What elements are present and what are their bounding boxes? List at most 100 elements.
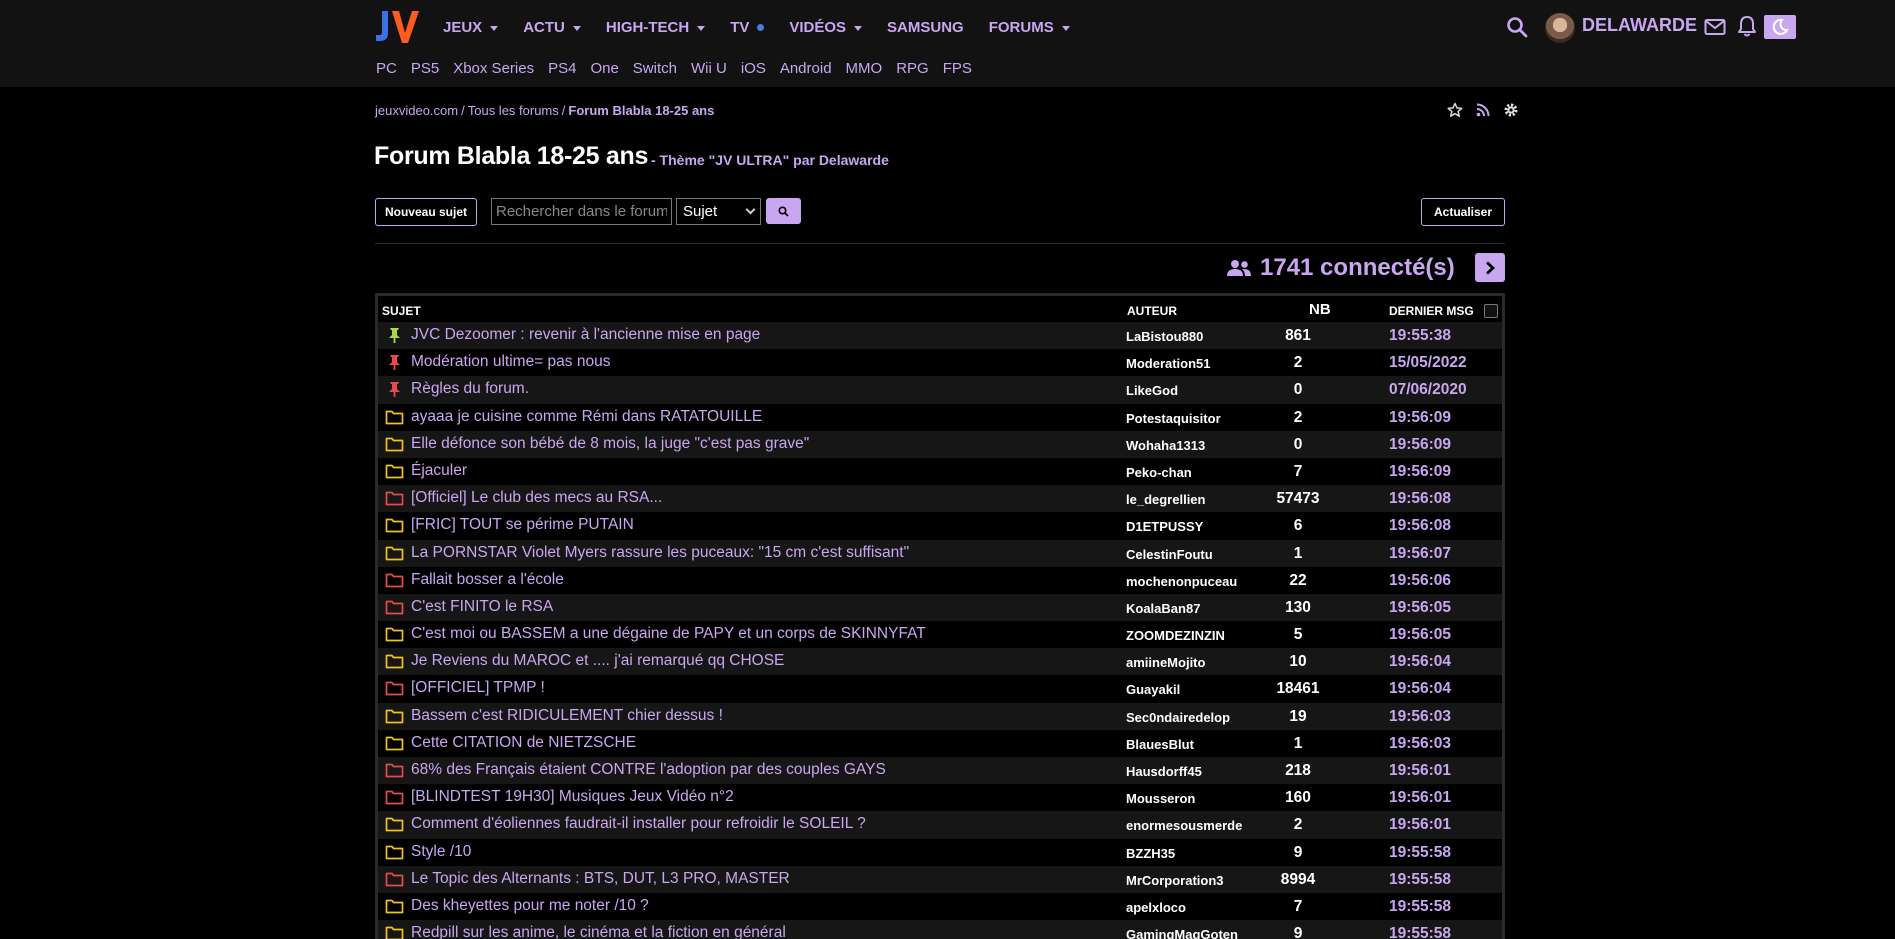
theme-toggle-button[interactable] xyxy=(1764,15,1796,39)
topic-title-link[interactable]: Des kheyettes pour me noter /10 ? xyxy=(411,897,649,915)
rss-icon[interactable] xyxy=(1475,102,1491,118)
table-row[interactable]: JVC Dezoomer : revenir à l'ancienne mise… xyxy=(378,322,1502,350)
table-row[interactable]: Fallait bosser a l'école mochenonpuceau 22… xyxy=(378,566,1502,594)
topic-title-link[interactable]: ayaaa je cuisine comme Rémi dans RATATOU… xyxy=(411,408,762,426)
topic-last-message-link[interactable]: 19:56:09 xyxy=(1389,409,1451,427)
topic-last-message-link[interactable]: 19:56:08 xyxy=(1389,517,1451,535)
topic-last-message-link[interactable]: 19:56:09 xyxy=(1389,436,1451,454)
nav-item-vid-os[interactable]: VIDÉOS xyxy=(789,16,863,38)
username-link[interactable]: DELAWARDE xyxy=(1582,15,1697,36)
topic-author-link[interactable]: apelxloco xyxy=(1126,900,1186,915)
table-row[interactable]: [BLINDTEST 19H30] Musiques Jeux Vidéo n°… xyxy=(378,784,1502,812)
topic-title-link[interactable]: [FRIC] TOUT se périme PUTAIN xyxy=(411,516,634,534)
topic-author-link[interactable]: KoalaBan87 xyxy=(1126,601,1200,616)
table-row[interactable]: La PORNSTAR Violet Myers rassure les puc… xyxy=(378,539,1502,567)
table-row[interactable]: Éjaculer Peko-chan 7 19:56:09 xyxy=(378,457,1502,486)
search-scope-select[interactable]: Sujet xyxy=(676,198,761,225)
next-page-button[interactable] xyxy=(1475,253,1505,282)
avatar[interactable] xyxy=(1545,13,1575,43)
bell-icon[interactable] xyxy=(1737,15,1757,37)
topic-author-link[interactable]: Wohaha1313 xyxy=(1126,438,1205,453)
topic-author-link[interactable]: BZZH35 xyxy=(1126,846,1175,861)
mail-icon[interactable] xyxy=(1704,17,1726,37)
table-row[interactable]: Cette CITATION de NIETZSCHE BlauesBlut 1 19… xyxy=(378,729,1502,757)
nav-item-forums[interactable]: FORUMS xyxy=(989,16,1070,38)
topic-last-message-link[interactable]: 19:56:05 xyxy=(1389,599,1451,617)
platform-link-fps[interactable]: FPS xyxy=(943,60,972,77)
topic-title-link[interactable]: [BLINDTEST 19H30] Musiques Jeux Vidéo n°… xyxy=(411,788,734,806)
topic-title-link[interactable]: Règles du forum. xyxy=(411,380,529,398)
breadcrumb-current[interactable]: Forum Blabla 18-25 ans xyxy=(568,103,714,118)
table-row[interactable]: Elle défonce son bébé de 8 mois, la juge… xyxy=(378,430,1502,458)
topic-title-link[interactable]: Le Topic des Alternants : BTS, DUT, L3 P… xyxy=(411,870,790,888)
topic-title-link[interactable]: Éjaculer xyxy=(411,462,467,480)
topic-last-message-link[interactable]: 19:56:01 xyxy=(1389,762,1451,780)
topic-author-link[interactable]: Potestaquisitor xyxy=(1126,411,1221,426)
refresh-button[interactable]: Actualiser xyxy=(1421,198,1505,226)
nav-item-actu[interactable]: ACTU xyxy=(523,16,581,38)
topic-last-message-link[interactable]: 19:56:03 xyxy=(1389,735,1451,753)
topic-author-link[interactable]: LaBistou880 xyxy=(1126,329,1203,344)
topic-last-message-link[interactable]: 19:55:58 xyxy=(1389,871,1451,889)
topic-author-link[interactable]: GamingMagGoten xyxy=(1126,927,1238,939)
topic-author-link[interactable]: MrCorporation3 xyxy=(1126,873,1224,888)
topic-title-link[interactable]: 68% des Français étaient CONTRE l'adopti… xyxy=(411,761,886,779)
table-row[interactable]: C'est FINITO le RSA KoalaBan87 130 19:56:05 xyxy=(378,593,1502,622)
topic-author-link[interactable]: amiineMojito xyxy=(1126,655,1205,670)
topic-last-message-link[interactable]: 15/05/2022 xyxy=(1389,354,1467,372)
topic-author-link[interactable]: Hausdorff45 xyxy=(1126,764,1202,779)
topic-last-message-link[interactable]: 19:56:07 xyxy=(1389,545,1451,563)
topic-title-link[interactable]: C'est moi ou BASSEM a une dégaine de PAP… xyxy=(411,625,926,643)
table-row[interactable]: [FRIC] TOUT se périme PUTAIN D1ETPUSSY 6 19… xyxy=(378,512,1502,540)
table-row[interactable]: ayaaa je cuisine comme Rémi dans RATATOU… xyxy=(378,403,1502,431)
select-all-checkbox[interactable] xyxy=(1484,304,1498,318)
topic-author-link[interactable]: Sec0ndairedelop xyxy=(1126,710,1230,725)
platform-link-wii-u[interactable]: Wii U xyxy=(691,60,727,77)
table-row[interactable]: Redpill sur les anime, le cinéma et la f… xyxy=(378,920,1502,939)
table-row[interactable]: Le Topic des Alternants : BTS, DUT, L3 P… xyxy=(378,865,1502,893)
topic-author-link[interactable]: le_degrellien xyxy=(1126,492,1205,507)
topic-title-link[interactable]: Bassem c'est RIDICULEMENT chier dessus ! xyxy=(411,707,723,725)
table-row[interactable]: [OFFICIEL] TPMP ! Guayakil 18461 19:56:04 xyxy=(378,675,1502,703)
platform-link-pc[interactable]: PC xyxy=(376,60,397,77)
table-row[interactable]: Comment d'éoliennes faudrait-il installe… xyxy=(378,811,1502,839)
platform-link-ios[interactable]: iOS xyxy=(741,60,766,77)
jv-logo-icon[interactable] xyxy=(374,9,420,45)
search-submit-button[interactable] xyxy=(766,198,801,224)
topic-author-link[interactable]: Mousseron xyxy=(1126,791,1195,806)
topic-last-message-link[interactable]: 07/06/2020 xyxy=(1389,381,1467,399)
topic-title-link[interactable]: Je Reviens du MAROC et .... j'ai remarqu… xyxy=(411,652,784,670)
topic-last-message-link[interactable]: 19:55:58 xyxy=(1389,844,1451,862)
topic-last-message-link[interactable]: 19:56:05 xyxy=(1389,626,1451,644)
star-icon[interactable] xyxy=(1447,102,1463,118)
topic-author-link[interactable]: CelestinFoutu xyxy=(1126,547,1213,562)
platform-link-rpg[interactable]: RPG xyxy=(896,60,929,77)
topic-author-link[interactable]: Guayakil xyxy=(1126,682,1180,697)
topic-title-link[interactable]: Elle défonce son bébé de 8 mois, la juge… xyxy=(411,435,809,453)
topic-author-link[interactable]: ZOOMDEZINZIN xyxy=(1126,628,1225,643)
topic-title-link[interactable]: JVC Dezoomer : revenir à l'ancienne mise… xyxy=(411,326,760,344)
table-row[interactable]: Je Reviens du MAROC et .... j'ai remarqu… xyxy=(378,648,1502,676)
topic-last-message-link[interactable]: 19:56:03 xyxy=(1389,708,1451,726)
topic-author-link[interactable]: enormesousmerde xyxy=(1126,818,1242,833)
table-row[interactable]: Style /10 BZZH35 9 19:55:58 xyxy=(378,838,1502,866)
topic-last-message-link[interactable]: 19:55:38 xyxy=(1389,327,1451,345)
topic-last-message-link[interactable]: 19:56:01 xyxy=(1389,789,1451,807)
platform-link-android[interactable]: Android xyxy=(780,60,832,77)
platform-link-one[interactable]: One xyxy=(590,60,618,77)
topic-title-link[interactable]: Modération ultime= pas nous xyxy=(411,353,610,371)
topic-author-link[interactable]: D1ETPUSSY xyxy=(1126,519,1203,534)
table-row[interactable]: 68% des Français étaient CONTRE l'adopti… xyxy=(378,757,1502,785)
topic-last-message-link[interactable]: 19:56:08 xyxy=(1389,490,1451,508)
topic-last-message-link[interactable]: 19:55:58 xyxy=(1389,925,1451,939)
topic-title-link[interactable]: Cette CITATION de NIETZSCHE xyxy=(411,734,636,752)
forum-search-input[interactable] xyxy=(491,198,672,225)
platform-link-switch[interactable]: Switch xyxy=(633,60,677,77)
platform-link-ps5[interactable]: PS5 xyxy=(411,60,439,77)
topic-author-link[interactable]: BlauesBlut xyxy=(1126,737,1194,752)
table-row[interactable]: Bassem c'est RIDICULEMENT chier dessus !… xyxy=(378,702,1502,730)
topic-last-message-link[interactable]: 19:56:09 xyxy=(1389,463,1451,481)
topic-last-message-link[interactable]: 19:56:01 xyxy=(1389,816,1451,834)
breadcrumb-home[interactable]: jeuxvideo.com xyxy=(375,103,458,118)
topic-title-link[interactable]: [Officiel] Le club des mecs au RSA... xyxy=(411,489,662,507)
